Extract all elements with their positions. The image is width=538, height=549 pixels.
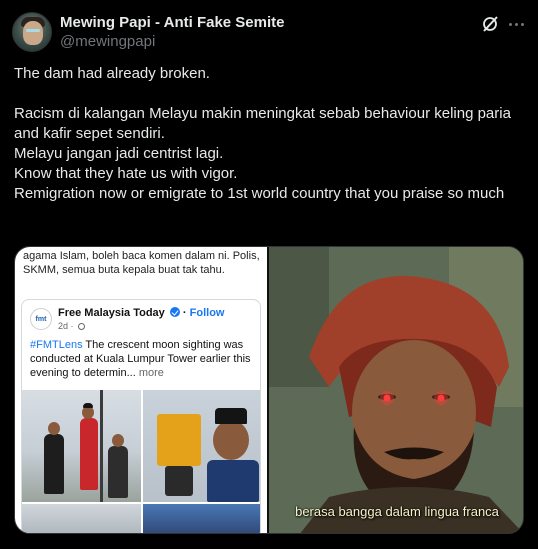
card-time-text: 2d bbox=[58, 321, 69, 331]
moon-sighting-photo-2 bbox=[143, 390, 260, 502]
author-handle[interactable]: @mewingpapi bbox=[60, 33, 155, 50]
tweet: Mewing Papi - Anti Fake Semite @mewingpa… bbox=[0, 0, 538, 549]
verified-badge-icon bbox=[169, 307, 180, 317]
post-gap bbox=[14, 84, 524, 104]
tripod bbox=[165, 466, 193, 496]
moon-sighting-photo-3 bbox=[22, 504, 141, 533]
songkok-cap bbox=[215, 408, 247, 424]
post-line: Know that they hate us with vigor. bbox=[14, 165, 238, 182]
meme-subtitle: berasa bangga dalam lingua franca bbox=[295, 504, 499, 519]
tower-pole bbox=[100, 390, 103, 502]
card-more-link: more bbox=[138, 367, 164, 379]
globe-icon bbox=[78, 323, 86, 330]
media-left-screenshot[interactable]: agama Islam, boleh baca komen dalam ni. … bbox=[15, 247, 267, 533]
person-figure bbox=[44, 434, 64, 494]
card-follow-link: Follow bbox=[189, 307, 225, 319]
avatar-face bbox=[23, 21, 43, 45]
person-head bbox=[48, 422, 60, 435]
more-dots-icon[interactable] bbox=[506, 14, 526, 34]
post-line: The dam had already broken. bbox=[14, 65, 210, 82]
songkok-cap bbox=[83, 403, 93, 408]
author-name[interactable]: Mewing Papi - Anti Fake Semite bbox=[60, 14, 285, 31]
card-time: 2d · bbox=[58, 321, 86, 331]
post-text: The dam had already broken. Racism di ka… bbox=[14, 64, 524, 204]
dot bbox=[514, 22, 518, 26]
card-hashtag: #FMTLens bbox=[30, 339, 83, 351]
moon-sighting-photo-1 bbox=[22, 390, 141, 502]
grok-icon[interactable] bbox=[480, 14, 500, 34]
person-figure bbox=[108, 446, 128, 498]
avatar-glow bbox=[26, 29, 40, 32]
card-separator: · bbox=[182, 307, 190, 319]
media-grid[interactable]: agama Islam, boleh baca komen dalam ni. … bbox=[14, 246, 524, 534]
card-caption: #FMTLens The crescent moon sighting was … bbox=[30, 338, 260, 380]
post-line: Racism di kalangan Melayu makin meningka… bbox=[14, 105, 511, 142]
person-head bbox=[213, 420, 249, 460]
card-header: Free Malaysia Today · Follow bbox=[58, 307, 224, 319]
theodolite-instrument bbox=[157, 414, 201, 466]
person-head bbox=[112, 434, 124, 447]
dot bbox=[520, 22, 524, 26]
avatar[interactable] bbox=[12, 12, 52, 52]
card-page-name: Free Malaysia Today bbox=[58, 307, 165, 319]
media-right-meme[interactable]: berasa bangga dalam lingua franca bbox=[269, 247, 523, 533]
moon-sighting-photo-4 bbox=[143, 504, 260, 533]
post-line: Melayu jangan jadi centrist lagi. bbox=[14, 145, 224, 162]
dot bbox=[508, 22, 512, 26]
meme-warrior-figure bbox=[269, 247, 523, 533]
person-figure bbox=[207, 460, 259, 502]
screenshot-top-text: agama Islam, boleh baca komen dalam ni. … bbox=[23, 250, 260, 276]
post-line: Remigration now or emigrate to 1st world… bbox=[14, 185, 505, 202]
person-figure bbox=[80, 418, 98, 490]
fmt-logo-icon: fmt bbox=[30, 308, 52, 330]
facebook-post-card: fmt Free Malaysia Today · Follow 2d · #F… bbox=[21, 299, 261, 533]
